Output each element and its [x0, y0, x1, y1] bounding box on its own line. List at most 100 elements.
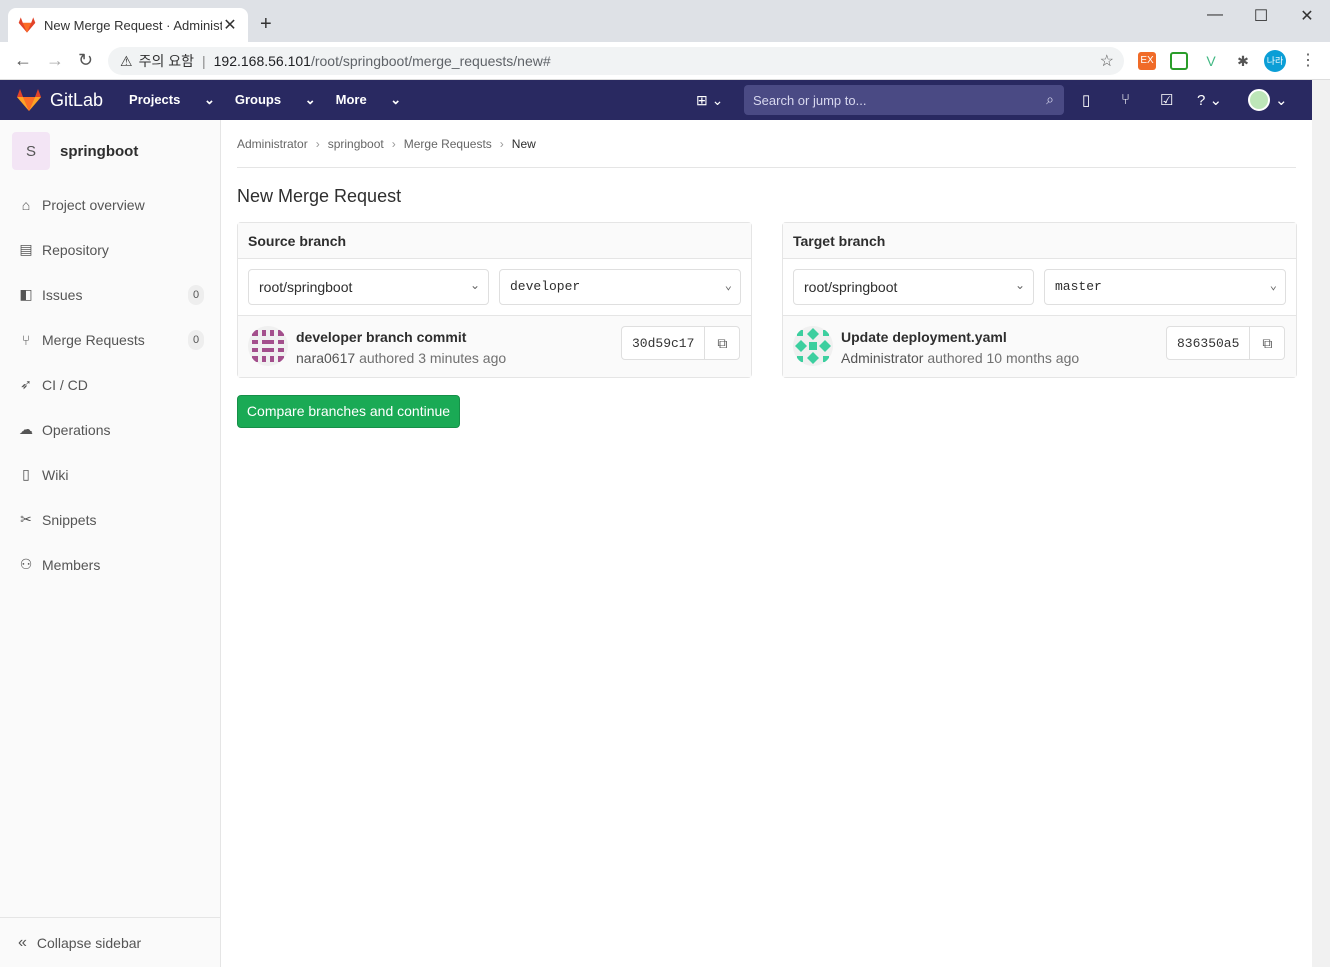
chevron-down-icon: ⌄: [724, 279, 732, 293]
back-icon[interactable]: ←: [14, 50, 32, 71]
extension-green-icon[interactable]: [1170, 52, 1188, 70]
sidebar-item-repository[interactable]: ▤ Repository: [0, 227, 220, 272]
target-branch-title: Target branch: [783, 223, 1296, 259]
source-project-value: root/springboot: [259, 279, 353, 295]
extension-ex-icon[interactable]: EX: [1138, 52, 1156, 70]
gitlab-tanuki-icon: [17, 89, 41, 111]
target-commit-sha: 836350a5 ⧉: [1166, 326, 1286, 360]
breadcrumb: Administrator › springboot › Merge Request…: [237, 137, 544, 151]
page-title: New Merge Request: [237, 186, 402, 206]
breadcrumb-merge-requests[interactable]: Merge Requests: [404, 137, 492, 151]
minimize-icon[interactable]: —: [1192, 6, 1238, 26]
collapse-sidebar-button[interactable]: « Collapse sidebar: [0, 917, 220, 967]
user-menu-chevron-icon[interactable]: ⌄: [1275, 91, 1288, 109]
forward-icon[interactable]: →: [46, 50, 64, 71]
commit-author-avatar: [793, 326, 833, 366]
breadcrumb-new[interactable]: New: [512, 137, 536, 151]
source-commit-time: authored 3 minutes ago: [359, 350, 507, 366]
copy-icon[interactable]: ⧉: [705, 327, 739, 359]
target-branch-panel: Target branch root/springboot ⌄ master ⌄…: [782, 222, 1297, 378]
extensions-puzzle-icon[interactable]: ✱: [1234, 52, 1252, 70]
sidebar-item-wiki[interactable]: ▯ Wiki: [0, 452, 220, 497]
source-commit-message[interactable]: developer branch commit: [296, 329, 466, 345]
book-icon: ▯: [22, 466, 30, 482]
breadcrumb-springboot[interactable]: springboot: [328, 137, 384, 151]
merge-requests-count-badge: 0: [188, 330, 204, 350]
source-commit-sha: 30d59c17 ⧉: [621, 326, 741, 360]
sidebar-item-label: Members: [42, 556, 101, 573]
target-branch-select[interactable]: master ⌄: [1044, 269, 1286, 305]
project-name: springboot: [60, 142, 139, 160]
sidebar-item-label: Wiki: [42, 466, 69, 483]
nav-projects[interactable]: Projects ⌄: [129, 92, 215, 108]
security-warning[interactable]: 주의 요함: [139, 51, 194, 71]
browser-toolbar: ← → ↻ ⚠ 주의 요함 | 192.168.56.101 /root/spr…: [0, 42, 1330, 80]
sidebar-item-ci-cd[interactable]: ➶ CI / CD: [0, 362, 220, 407]
commit-author-avatar: [248, 326, 288, 366]
vue-devtools-icon[interactable]: V: [1202, 52, 1220, 70]
address-bar[interactable]: ⚠ 주의 요함 | 192.168.56.101 /root/springboo…: [108, 47, 1124, 75]
search-placeholder: Search or jump to...: [753, 93, 867, 108]
gitlab-logo[interactable]: GitLab: [16, 88, 103, 112]
chevron-down-icon: ⌄: [1014, 278, 1025, 292]
chevron-right-icon: ›: [315, 137, 320, 151]
sidebar-item-merge-requests[interactable]: ⑂ Merge Requests 0: [0, 317, 220, 362]
target-sha-value[interactable]: 836350a5: [1167, 327, 1251, 359]
sidebar-item-members[interactable]: ⚇ Members: [0, 542, 220, 587]
sidebar-item-project-overview[interactable]: ⌂ Project overview: [0, 182, 220, 227]
scissors-icon: ✂: [20, 511, 32, 527]
target-commit-meta: Administrator authored 10 months ago: [841, 350, 1079, 366]
compare-branches-button[interactable]: Compare branches and continue: [237, 395, 460, 428]
source-branch-panel: Source branch root/springboot ⌄ develope…: [237, 222, 752, 378]
profile-avatar[interactable]: 나라: [1264, 50, 1286, 72]
source-project-select[interactable]: root/springboot ⌄: [248, 269, 489, 305]
chevron-down-icon: ⌄: [469, 278, 480, 292]
sidebar-item-label: Issues: [42, 286, 83, 303]
source-sha-value[interactable]: 30d59c17: [622, 327, 706, 359]
todos-check-icon[interactable]: ☑: [1160, 91, 1173, 109]
collapse-sidebar-label: Collapse sidebar: [36, 934, 142, 951]
sidebar-item-operations[interactable]: ☁ Operations: [0, 407, 220, 452]
warning-icon[interactable]: ⚠: [120, 53, 133, 70]
todos-panel-icon[interactable]: ▯: [1082, 91, 1090, 109]
address-path: /root/springboot/merge_requests/new#: [310, 53, 551, 69]
target-commit-author[interactable]: Administrator: [841, 350, 923, 366]
search-input[interactable]: Search or jump to... ⌕: [744, 85, 1064, 115]
page-scrollbar[interactable]: [1312, 80, 1330, 967]
sidebar-item-snippets[interactable]: ✂ Snippets: [0, 497, 220, 542]
source-branch-select[interactable]: developer ⌄: [499, 269, 741, 305]
nav-groups[interactable]: Groups ⌄: [235, 92, 316, 108]
copy-icon[interactable]: ⧉: [1250, 327, 1284, 359]
target-project-select[interactable]: root/springboot ⌄: [793, 269, 1034, 305]
project-sidebar: S springboot ⌂ Project overview ▤ Reposito…: [0, 120, 221, 967]
breadcrumb-administrator[interactable]: Administrator: [237, 137, 308, 151]
sidebar-item-label: Operations: [42, 421, 111, 438]
source-commit: developer branch commit nara0617 authore…: [238, 315, 751, 377]
gitlab-brand: GitLab: [50, 89, 104, 110]
merge-requests-icon[interactable]: ⑂: [1121, 91, 1130, 108]
help-icon[interactable]: ? ⌄: [1197, 91, 1222, 109]
source-branch-value: developer: [510, 279, 581, 294]
gitlab-header: GitLab Projects ⌄ Groups ⌄ More ⌄ ⊞ ⌄ Se…: [0, 80, 1312, 120]
top-nav-menu: Projects ⌄ Groups ⌄ More ⌄: [129, 92, 421, 108]
reload-icon[interactable]: ↻: [78, 50, 93, 71]
close-window-icon[interactable]: ✕: [1284, 6, 1330, 26]
nav-more[interactable]: More ⌄: [336, 92, 402, 108]
nav-more-label: More: [335, 92, 367, 107]
target-commit-message[interactable]: Update deployment.yaml: [841, 329, 1007, 345]
sidebar-item-issues[interactable]: ◧ Issues 0: [0, 272, 220, 317]
browser-tab[interactable]: New Merge Request · Administrator ✕: [8, 8, 248, 42]
close-tab-icon[interactable]: ✕: [222, 15, 238, 35]
search-icon: ⌕: [1046, 91, 1054, 107]
browser-menu-icon[interactable]: ⋮: [1300, 50, 1316, 70]
sidebar-project[interactable]: S springboot: [0, 120, 220, 182]
new-tab-button[interactable]: +: [260, 13, 272, 36]
source-commit-author[interactable]: nara0617: [296, 350, 355, 366]
user-avatar[interactable]: [1248, 89, 1270, 111]
source-commit-meta: nara0617 authored 3 minutes ago: [296, 350, 506, 366]
sidebar-item-label: CI / CD: [42, 376, 88, 393]
bookmark-star-icon[interactable]: ☆: [1100, 51, 1114, 71]
target-branch-value: master: [1055, 279, 1102, 294]
new-dropdown-icon[interactable]: ⊞ ⌄: [696, 92, 723, 109]
maximize-icon[interactable]: ☐: [1238, 6, 1284, 26]
